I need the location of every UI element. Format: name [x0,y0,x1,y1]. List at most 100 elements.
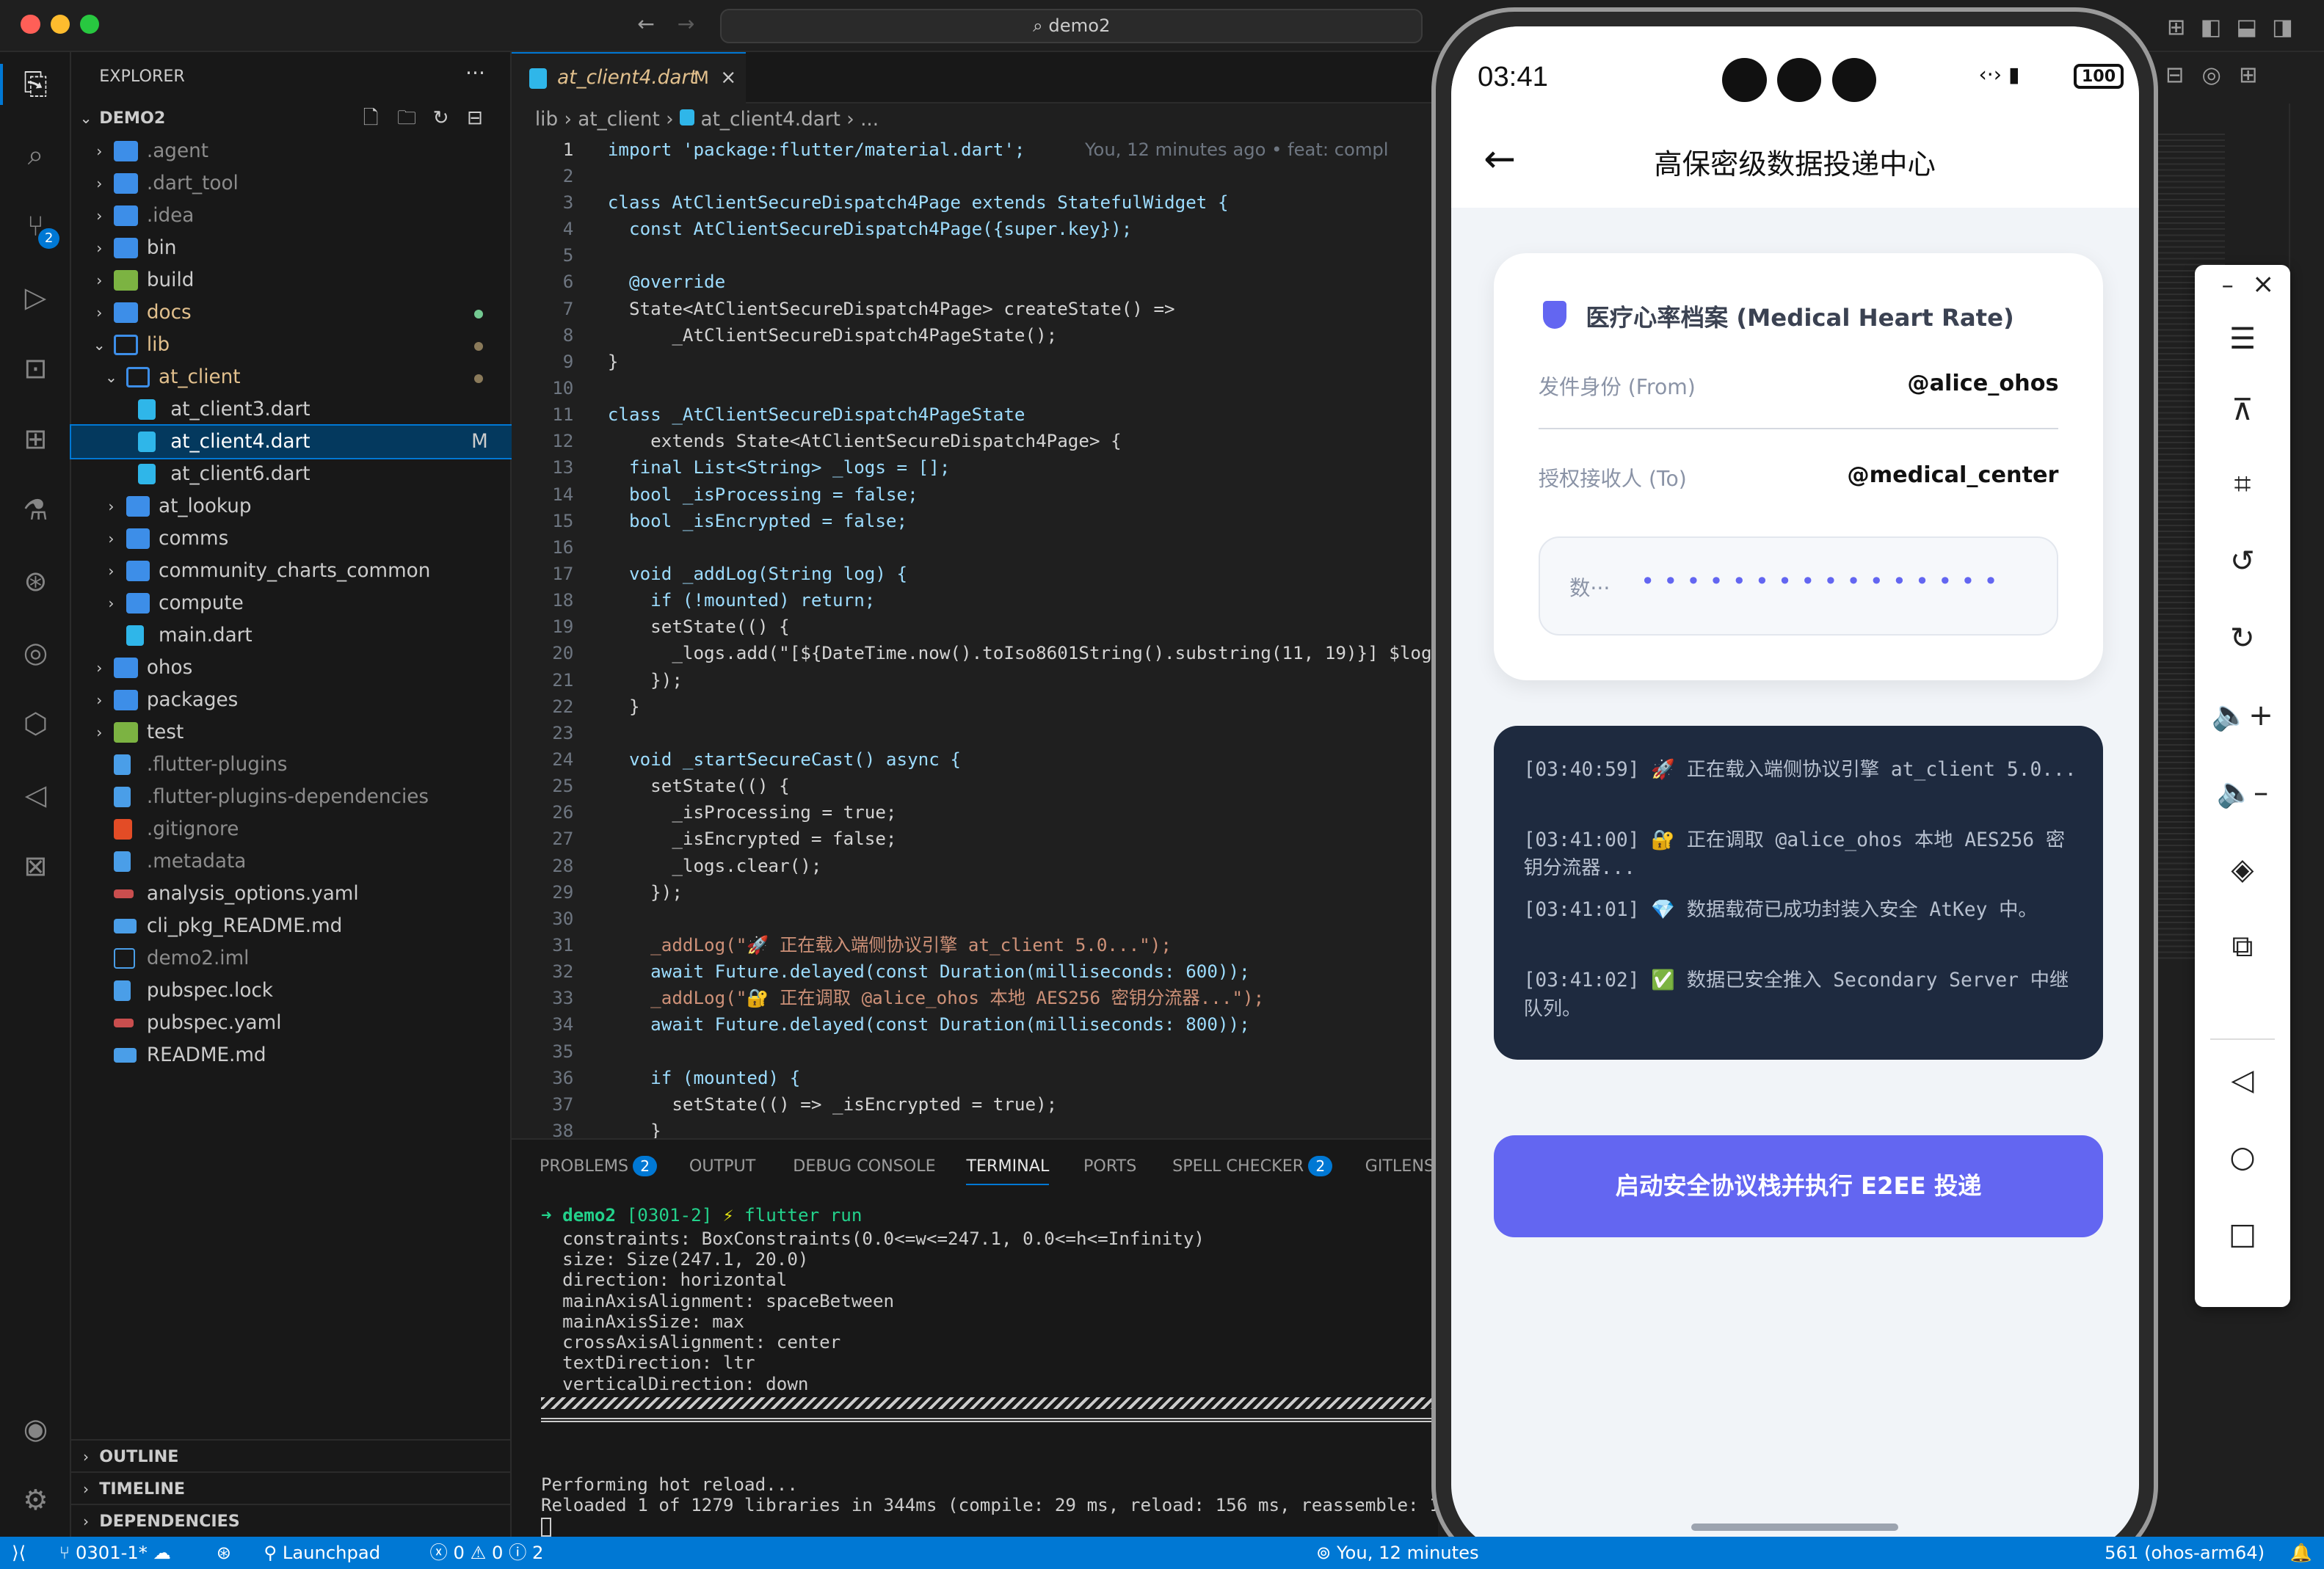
pin-off-icon[interactable]: ⊼ [2195,393,2289,427]
workspace-root[interactable]: ⌄ DEMO2 🗋 🗀 ↻ ⊟ [71,102,512,134]
tree-item[interactable]: demo2.iml [71,942,512,975]
rotate-right-icon[interactable]: ↻ [2195,621,2289,655]
start-dispatch-button[interactable]: 启动安全协议栈并执行 E2EE 投递 [1494,1135,2104,1237]
breadcrumb-file[interactable]: at_client4.dart [701,109,840,131]
tree-item[interactable]: .flutter-plugins-dependencies [71,781,512,813]
testing-icon[interactable]: ⚗ [18,493,53,528]
tree-item[interactable]: at_client6.dart [71,458,512,490]
split-layout-icon[interactable]: ⊟ [2165,62,2202,88]
launchpad-item[interactable]: ⚲ Launchpad [264,1537,380,1569]
panel-tab[interactable]: OUTPUT [689,1154,756,1178]
panel-tab[interactable]: PROBLEMS 2 [540,1154,658,1178]
tree-item[interactable]: at_client4.dart M [69,423,513,460]
terminal-cursor[interactable] [540,1517,552,1537]
toggle-secondary-icon[interactable]: ◨ [2272,15,2308,40]
tree-item[interactable]: README.md [71,1039,512,1071]
dependencies-section[interactable]: › DEPENDENCIES [70,1504,512,1536]
extensions-icon[interactable]: ⊞ [18,422,53,457]
search-icon[interactable]: ⌕ [18,138,53,173]
breadcrumb-at-client[interactable]: at_client [578,109,660,131]
refresh-icon[interactable]: ↻ [433,102,449,134]
back-arrow-icon[interactable]: ← [637,12,655,36]
gitlens-icon[interactable]: ◎ [18,636,53,671]
git-graph-icon[interactable]: ⊛ [217,1537,231,1569]
tree-item[interactable]: analysis_options.yaml [71,878,512,910]
tree-item[interactable]: › .agent [71,135,512,167]
remote-icon[interactable]: ⟩⟨ [12,1537,26,1569]
tab-at-client4[interactable]: at_client4.dart M × [511,51,746,104]
breadcrumb-more[interactable]: ... [860,109,879,131]
git-graph-icon[interactable]: ⊛ [18,564,53,600]
recents-square-icon[interactable]: □ [2195,1217,2289,1251]
tree-item[interactable]: › build [71,264,512,296]
tree-item[interactable]: main.dart [71,619,512,652]
zoom-window-button[interactable] [80,15,100,34]
gitlens-compare-icon[interactable]: ◎ [2202,62,2240,88]
notifications-icon[interactable]: 🔔 [2290,1537,2312,1569]
tree-item[interactable]: › .idea [71,200,512,232]
forward-arrow-icon[interactable]: → [678,12,695,36]
rotate-icon[interactable]: ↺ [2195,544,2289,578]
account-icon[interactable]: ◉ [18,1412,53,1447]
payload-field[interactable]: 数··· •••••••••••••••• [1538,536,2059,636]
remote-explorer-icon[interactable]: ⊡ [18,352,53,387]
tree-item[interactable]: › community_charts_common [71,555,512,587]
settings-gear-icon[interactable]: ⚙ [18,1483,53,1518]
more-actions-icon[interactable]: ··· [465,61,485,85]
tree-item[interactable]: › at_lookup [71,490,512,523]
tree-item[interactable]: ⌄ lib [71,329,512,361]
device-label[interactable]: 561 (ohos-arm64) [2105,1537,2265,1569]
tree-item[interactable]: › compute [71,587,512,619]
tree-item[interactable]: › bin [71,232,512,264]
flutter-icon[interactable]: ◁ [18,778,53,813]
tree-item[interactable]: .metadata [71,845,512,878]
tree-item[interactable]: › .dart_tool [71,167,512,200]
blame-item[interactable]: ⊚ You, 12 minutes [1316,1537,1479,1569]
new-folder-icon[interactable]: 🗀 [397,102,416,134]
tree-item[interactable]: ⌄ at_client [71,361,512,393]
tree-item[interactable]: › docs [71,296,512,329]
menu-icon[interactable]: ☰ [2195,321,2289,356]
back-triangle-icon[interactable]: ◁ [2195,1063,2289,1097]
close-icon[interactable]: × [2216,268,2311,299]
volume-down-icon[interactable]: 🔈– [2195,775,2289,809]
tree-item[interactable]: › test [71,716,512,749]
outline-section[interactable]: › OUTLINE [70,1438,512,1471]
breadcrumb-lib[interactable]: lib [535,109,558,131]
problems-item[interactable]: ⓧ 0 ⚠ 0 ⓘ 2 [430,1537,544,1569]
panel-tab[interactable]: TERMINAL [966,1154,1050,1186]
toggle-sidebar-icon[interactable]: ◧ [2201,15,2237,40]
inspector-icon[interactable]: ⊠ [18,849,53,884]
tree-item[interactable]: › ohos [71,652,512,684]
volume-up-icon[interactable]: 🔈+ [2195,698,2289,732]
command-center-search[interactable]: ⌕ demo2 [720,9,1423,43]
new-file-icon[interactable]: 🗋 [363,102,379,134]
tree-item[interactable]: .gitignore [71,813,512,845]
explorer-icon[interactable]: ⎘ [18,67,53,102]
panel-tab[interactable]: PORTS [1083,1154,1136,1178]
tree-item[interactable]: pubspec.lock [71,975,512,1007]
panel-tab[interactable]: GITLENS [1365,1154,1434,1178]
toggle-panel-icon[interactable]: ⬓ [2236,15,2272,40]
tree-item[interactable]: .flutter-plugins [71,749,512,781]
tree-item[interactable]: at_client3.dart [71,393,512,426]
split-editor-icon[interactable]: ⊞ [2239,62,2276,88]
close-window-button[interactable] [21,15,40,34]
tree-item[interactable]: › packages [71,684,512,716]
fold-icon[interactable]: ◈ [2195,852,2289,887]
timeline-section[interactable]: › TIMELINE [70,1471,512,1504]
collapse-all-icon[interactable]: ⊟ [467,102,483,134]
panel-tab[interactable]: SPELL CHECKER 2 [1172,1154,1333,1178]
tree-item[interactable]: pubspec.yaml [71,1007,512,1039]
run-debug-icon[interactable]: ▷ [18,280,53,316]
close-tab-icon[interactable]: × [720,54,736,103]
crop-icon[interactable]: ⌗ [2195,467,2289,502]
minimize-window-button[interactable] [50,15,70,34]
multi-screen-icon[interactable]: ⧉ [2195,929,2289,964]
tree-item[interactable]: › comms [71,523,512,555]
tree-item[interactable]: cli_pkg_README.md [71,910,512,942]
customize-layout-icon[interactable]: ⊞ [2167,15,2201,40]
panel-tab[interactable]: DEBUG CONSOLE [793,1154,935,1178]
containers-icon[interactable]: ⬡ [18,707,53,742]
home-circle-icon[interactable]: ○ [2195,1140,2289,1174]
